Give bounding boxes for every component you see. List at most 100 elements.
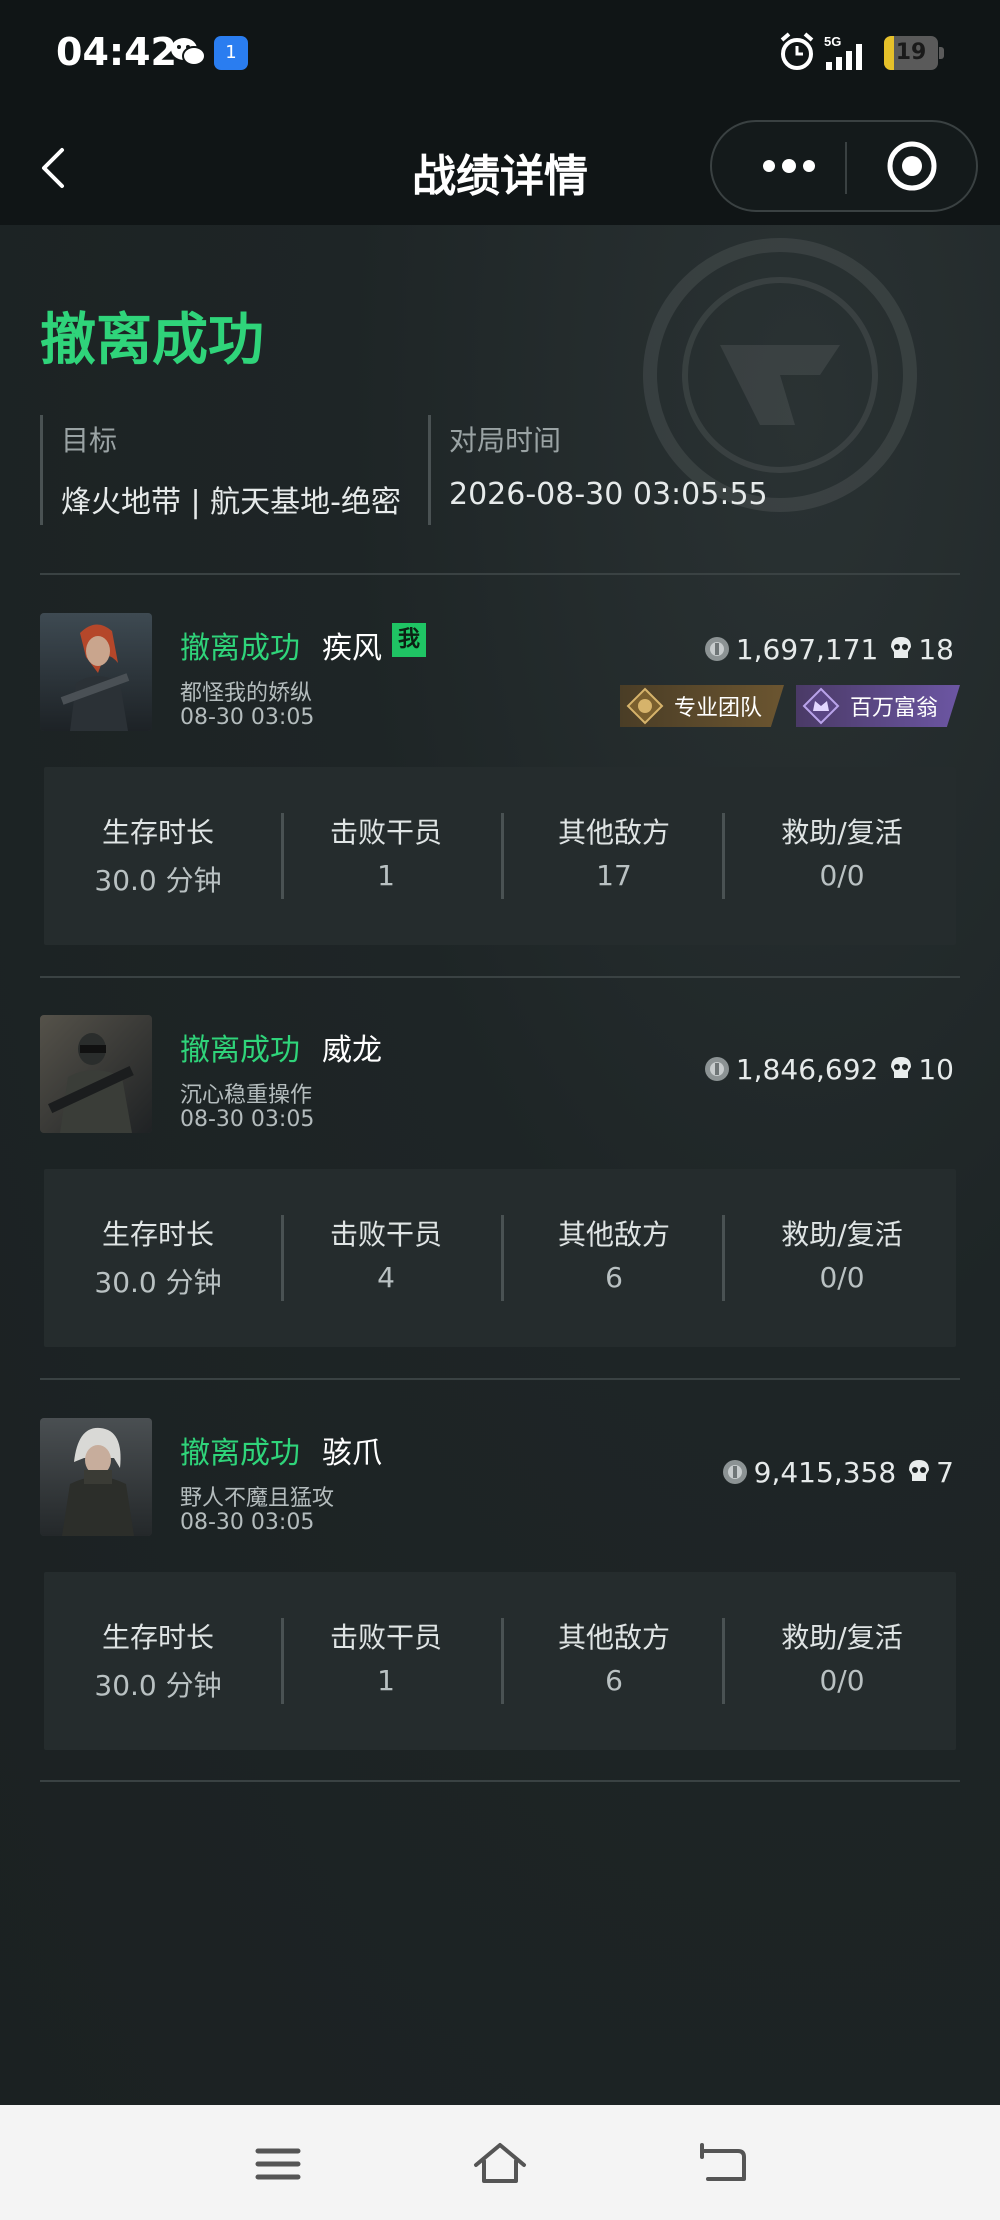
match-time-label: 对局时间 xyxy=(449,424,562,457)
tag-millionaire: 百万富翁 xyxy=(795,685,960,727)
status-bar: 04:42 1 5G 19 xyxy=(0,0,1000,110)
wechat-icon xyxy=(171,38,206,66)
divider xyxy=(40,573,960,575)
stat-label-kills: 击败干员 xyxy=(329,816,442,849)
avatar xyxy=(40,1418,152,1536)
stat-assist: 0/0 xyxy=(819,1261,865,1294)
more-dots-icon xyxy=(763,159,815,173)
stat-assist: 0/0 xyxy=(819,859,865,892)
stat-label-other-enemies: 其他敌方 xyxy=(557,816,670,849)
svg-text:5G: 5G xyxy=(824,34,841,49)
signal-5g-icon: 5G xyxy=(824,34,862,70)
nfc-icon: 1 xyxy=(214,36,248,70)
coin-icon xyxy=(704,637,729,661)
back-system-button[interactable] xyxy=(694,2139,750,2189)
stat-label-assist: 救助/复活 xyxy=(781,816,903,849)
tag-label: 百万富翁 xyxy=(849,696,938,721)
player-loot-stats: 1,697,171 18 xyxy=(704,629,960,669)
team-emblem-icon xyxy=(626,687,664,725)
stat-label-kills: 击败干员 xyxy=(329,1621,442,1654)
alarm-icon xyxy=(780,32,814,70)
player-status: 撤离成功 xyxy=(180,631,300,666)
crown-emblem-icon xyxy=(802,687,840,725)
player-signature: 沉心稳重操作 xyxy=(180,1083,313,1108)
chevron-left-icon xyxy=(42,148,64,188)
player-name: 疾风 xyxy=(322,631,382,666)
battery-indicator: 19 xyxy=(884,36,944,70)
player-card[interactable]: 撤离成功 疾风 我 都怪我的娇纵 08-30 03:05 1,697,171 1… xyxy=(40,613,960,1013)
tag-label: 专业团队 xyxy=(673,696,762,721)
stat-assist: 0/0 xyxy=(819,1664,865,1697)
stat-label-assist: 救助/复活 xyxy=(781,1218,903,1251)
stat-label-survival: 生存时长 xyxy=(101,1621,214,1654)
player-loot-stats: 1,846,692 10 xyxy=(704,1049,960,1089)
tag-professional-team: 专业团队 xyxy=(619,685,784,727)
skull-icon xyxy=(891,1057,912,1078)
stat-survival: 30.0 分钟 xyxy=(94,864,222,897)
divider xyxy=(40,1780,960,1782)
divider xyxy=(40,976,960,978)
stat-label-other-enemies: 其他敌方 xyxy=(557,1621,670,1654)
stat-kills: 1 xyxy=(377,859,395,892)
stat-survival: 30.0 分钟 xyxy=(94,1669,222,1702)
stat-other-enemies: 17 xyxy=(596,859,632,892)
player-value: 1,697,171 xyxy=(735,632,879,666)
me-badge: 我 xyxy=(392,623,426,657)
stat-label-assist: 救助/复活 xyxy=(781,1621,903,1654)
player-value: 1,846,692 xyxy=(735,1052,879,1086)
player-status: 撤离成功 xyxy=(180,1436,300,1471)
return-icon xyxy=(700,2143,746,2181)
player-time: 08-30 03:05 xyxy=(180,1510,315,1535)
coin-icon xyxy=(722,1460,747,1484)
avatar xyxy=(40,1015,152,1133)
match-time-value: 2026-08-30 03:05:55 xyxy=(449,477,768,512)
stat-label-kills: 击败干员 xyxy=(329,1218,442,1251)
stat-other-enemies: 6 xyxy=(605,1664,623,1697)
nav-bar: 战绩详情 xyxy=(0,110,1000,225)
target-value: 烽火地带 | 航天基地-绝密 xyxy=(61,485,402,520)
menu-icon xyxy=(255,2148,301,2180)
player-signature: 野人不魔且猛攻 xyxy=(180,1486,335,1511)
achievement-tags: 专业团队 百万富翁 xyxy=(619,685,960,727)
stat-kills: 1 xyxy=(377,1664,395,1697)
player-stat-panel: 生存时长 30.0 分钟 击败干员 1 其他敌方 6 救助/复活 0/0 xyxy=(44,1572,956,1750)
status-time: 04:42 xyxy=(56,30,177,74)
stat-other-enemies: 6 xyxy=(605,1261,623,1294)
player-name: 威龙 xyxy=(322,1033,382,1068)
target-info: 目标 烽火地带 | 航天基地-绝密 xyxy=(40,415,401,525)
target-close-icon xyxy=(887,141,937,191)
player-time: 08-30 03:05 xyxy=(180,1107,315,1132)
result-title: 撤离成功 xyxy=(40,308,264,373)
home-button[interactable] xyxy=(472,2139,528,2189)
stat-survival: 30.0 分钟 xyxy=(94,1266,222,1299)
stat-label-survival: 生存时长 xyxy=(101,816,214,849)
stat-label-other-enemies: 其他敌方 xyxy=(557,1218,670,1251)
system-nav-bar xyxy=(0,2105,1000,2220)
stat-label-survival: 生存时长 xyxy=(101,1218,214,1251)
capsule-divider xyxy=(845,142,847,194)
player-stat-panel: 生存时长 30.0 分钟 击败干员 4 其他敌方 6 救助/复活 0/0 xyxy=(44,1169,956,1347)
player-card[interactable]: 撤离成功 威龙 沉心稳重操作 08-30 03:05 1,846,692 10 … xyxy=(40,1015,960,1415)
skull-icon xyxy=(909,1460,930,1481)
menu-button[interactable] xyxy=(250,2139,306,2189)
player-kill-count: 18 xyxy=(918,632,954,666)
target-label: 目标 xyxy=(61,424,118,457)
close-miniprogram-button[interactable] xyxy=(862,130,962,202)
record-detail-content: 撤离成功 目标 烽火地带 | 航天基地-绝密 对局时间 2026-08-30 0… xyxy=(0,225,1000,2105)
avatar xyxy=(40,613,152,731)
battery-level: 19 xyxy=(895,40,927,65)
player-card[interactable]: 撤离成功 骇爪 野人不魔且猛攻 08-30 03:05 9,415,358 7 … xyxy=(40,1418,960,1818)
player-name: 骇爪 xyxy=(322,1436,382,1471)
match-time-info: 对局时间 2026-08-30 03:05:55 xyxy=(428,415,768,525)
player-time: 08-30 03:05 xyxy=(180,705,315,730)
player-signature: 都怪我的娇纵 xyxy=(180,681,313,706)
coin-icon xyxy=(704,1057,729,1081)
home-icon xyxy=(474,2143,526,2183)
player-stat-panel: 生存时长 30.0 分钟 击败干员 1 其他敌方 17 救助/复活 0/0 xyxy=(44,767,956,945)
stat-kills: 4 xyxy=(377,1261,395,1294)
back-button[interactable] xyxy=(30,140,80,196)
more-button[interactable] xyxy=(732,130,832,202)
player-status: 撤离成功 xyxy=(180,1033,300,1068)
miniprogram-capsule xyxy=(710,120,978,212)
divider xyxy=(40,1378,960,1380)
